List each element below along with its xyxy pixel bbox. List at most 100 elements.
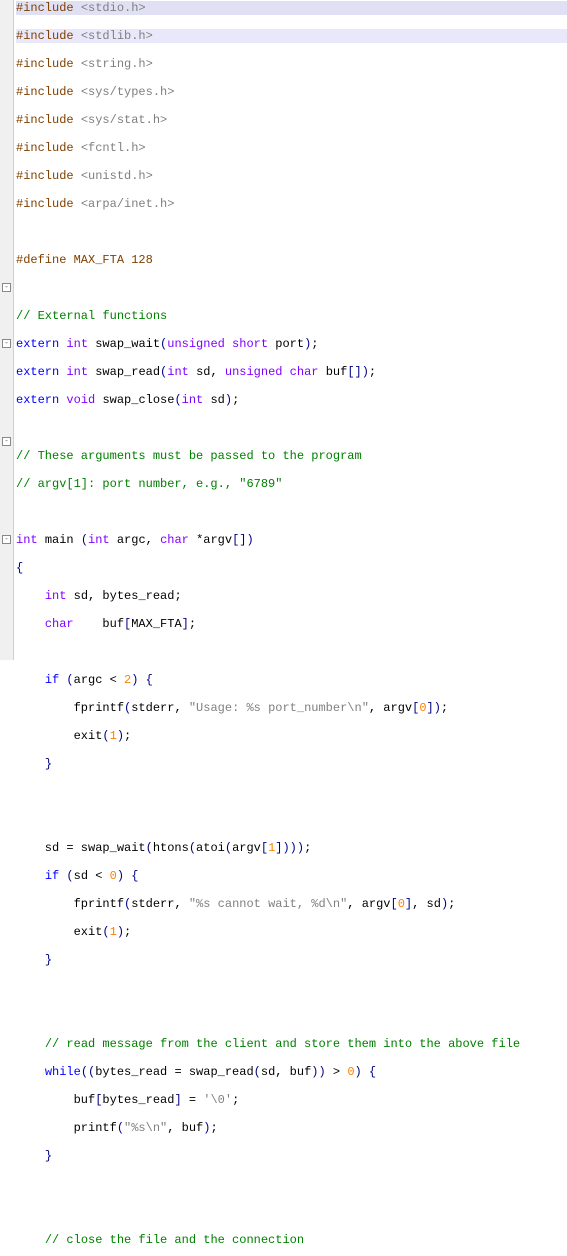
token-ident: main: [45, 533, 81, 547]
code-line[interactable]: [16, 225, 567, 239]
code-line[interactable]: [16, 1205, 567, 1219]
code-line[interactable]: [16, 1009, 567, 1023]
token-ident: printf: [16, 1121, 117, 1135]
token-ident: , buf: [275, 1065, 311, 1079]
token-keyword: extern: [16, 337, 66, 351]
code-line[interactable]: // close the file and the connection: [16, 1233, 567, 1247]
token-ident: [16, 757, 45, 771]
code-line[interactable]: #include <sys/types.h>: [16, 85, 567, 99]
code-line[interactable]: }: [16, 1149, 567, 1163]
token-paren: {: [16, 561, 23, 575]
token-ident: ,: [210, 365, 224, 379]
code-line[interactable]: int sd, bytes_read;: [16, 589, 567, 603]
code-line[interactable]: #include <unistd.h>: [16, 169, 567, 183]
code-line[interactable]: // External functions: [16, 309, 567, 323]
token-comment: // read message from the client and stor…: [45, 1037, 520, 1051]
token-paren: ]: [405, 897, 412, 911]
code-line[interactable]: }: [16, 953, 567, 967]
token-ident: [16, 869, 45, 883]
token-ident: , argv: [347, 897, 390, 911]
token-ident: ,: [174, 897, 188, 911]
code-line[interactable]: sd = swap_wait(htons(atoi(argv[1])));: [16, 841, 567, 855]
token-number: 1: [110, 925, 117, 939]
code-line[interactable]: #include <arpa/inet.h>: [16, 197, 567, 211]
token-keyword: extern: [16, 365, 66, 379]
code-line[interactable]: exit(1);: [16, 729, 567, 743]
token-ident: ,: [146, 533, 160, 547]
code-line[interactable]: fprintf(stderr, "Usage: %s port_number\n…: [16, 701, 567, 715]
code-line[interactable]: // read message from the client and stor…: [16, 1037, 567, 1051]
code-line[interactable]: // argv[1]: port number, e.g., "6789": [16, 477, 567, 491]
code-line[interactable]: [16, 813, 567, 827]
code-line[interactable]: #define MAX_FTA 128: [16, 253, 567, 267]
code-line[interactable]: [16, 1177, 567, 1191]
code-editor[interactable]: - - - - #include <stdio.h> #include <stdlib…: [0, 0, 567, 1256]
token-ident: atoi: [196, 841, 225, 855]
code-line[interactable]: [16, 645, 567, 659]
fold-gutter[interactable]: - - - -: [0, 0, 14, 660]
token-ident: [16, 1149, 45, 1163]
token-paren: (: [254, 1065, 261, 1079]
fold-toggle-icon[interactable]: -: [2, 283, 11, 292]
token-ident: buf: [326, 365, 348, 379]
code-line[interactable]: [16, 981, 567, 995]
token-ident: ;: [311, 337, 318, 351]
code-line[interactable]: [16, 281, 567, 295]
code-line[interactable]: fprintf(stderr, "%s cannot wait, %d\n", …: [16, 897, 567, 911]
token-keyword: if: [45, 869, 67, 883]
token-paren: []): [347, 365, 369, 379]
code-line[interactable]: #include <fcntl.h>: [16, 141, 567, 155]
token-string: "Usage: %s port_number\n": [189, 701, 369, 715]
code-line[interactable]: buf[bytes_read] = '\0';: [16, 1093, 567, 1107]
token-number: 1: [268, 841, 275, 855]
code-line[interactable]: }: [16, 757, 567, 771]
token-type: int: [182, 393, 211, 407]
token-ident: sd = swap_wait: [16, 841, 146, 855]
code-line[interactable]: // These arguments must be passed to the…: [16, 449, 567, 463]
token-ident: ;: [304, 841, 311, 855]
token-ident: >: [326, 1065, 348, 1079]
code-line[interactable]: while((bytes_read = swap_read(sd, buf)) …: [16, 1065, 567, 1079]
code-line[interactable]: printf("%s\n", buf);: [16, 1121, 567, 1135]
code-line[interactable]: [16, 421, 567, 435]
code-line[interactable]: if (sd < 0) {: [16, 869, 567, 883]
code-line[interactable]: char buf[MAX_FTA];: [16, 617, 567, 631]
token-ident: ;: [189, 617, 196, 631]
token-preproc: #define MAX_FTA 128: [16, 253, 153, 267]
token-preproc: #include: [16, 29, 81, 43]
fold-toggle-icon[interactable]: -: [2, 535, 11, 544]
token-ident: fprintf: [16, 897, 124, 911]
code-line[interactable]: [16, 505, 567, 519]
code-line[interactable]: int main (int argc, char *argv[]): [16, 533, 567, 547]
token-preproc: #include: [16, 169, 81, 183]
code-line[interactable]: exit(1);: [16, 925, 567, 939]
token-ident: sd: [210, 393, 224, 407]
token-ident: exit: [16, 729, 102, 743]
token-ident: stderr: [131, 897, 174, 911]
token-ident: MAX_FTA: [131, 617, 181, 631]
token-keyword: extern: [16, 393, 66, 407]
token-type: int: [88, 533, 117, 547]
code-line[interactable]: [16, 785, 567, 799]
code-line[interactable]: #include <string.h>: [16, 57, 567, 71]
code-line[interactable]: #include <stdio.h>: [16, 1, 567, 15]
token-ident: ,: [174, 701, 188, 715]
token-string: <sys/stat.h>: [81, 113, 167, 127]
token-paren: }: [45, 1149, 52, 1163]
code-line[interactable]: #include <sys/stat.h>: [16, 113, 567, 127]
code-line[interactable]: if (argc < 2) {: [16, 673, 567, 687]
fold-toggle-icon[interactable]: -: [2, 339, 11, 348]
token-preproc: #include: [16, 197, 81, 211]
token-string: <stdio.h>: [81, 1, 146, 15]
code-line[interactable]: #include <stdlib.h>: [16, 29, 567, 43]
code-line[interactable]: extern int swap_read(int sd, unsigned ch…: [16, 365, 567, 379]
token-ident: ;: [448, 897, 455, 911]
code-area[interactable]: #include <stdio.h> #include <stdlib.h> #…: [14, 0, 567, 1256]
fold-toggle-icon[interactable]: -: [2, 437, 11, 446]
code-line[interactable]: extern void swap_close(int sd);: [16, 393, 567, 407]
token-ident: sd: [261, 1065, 275, 1079]
token-number: 0: [110, 869, 117, 883]
code-line[interactable]: extern int swap_wait(unsigned short port…: [16, 337, 567, 351]
token-comment: // External functions: [16, 309, 167, 323]
code-line[interactable]: {: [16, 561, 567, 575]
